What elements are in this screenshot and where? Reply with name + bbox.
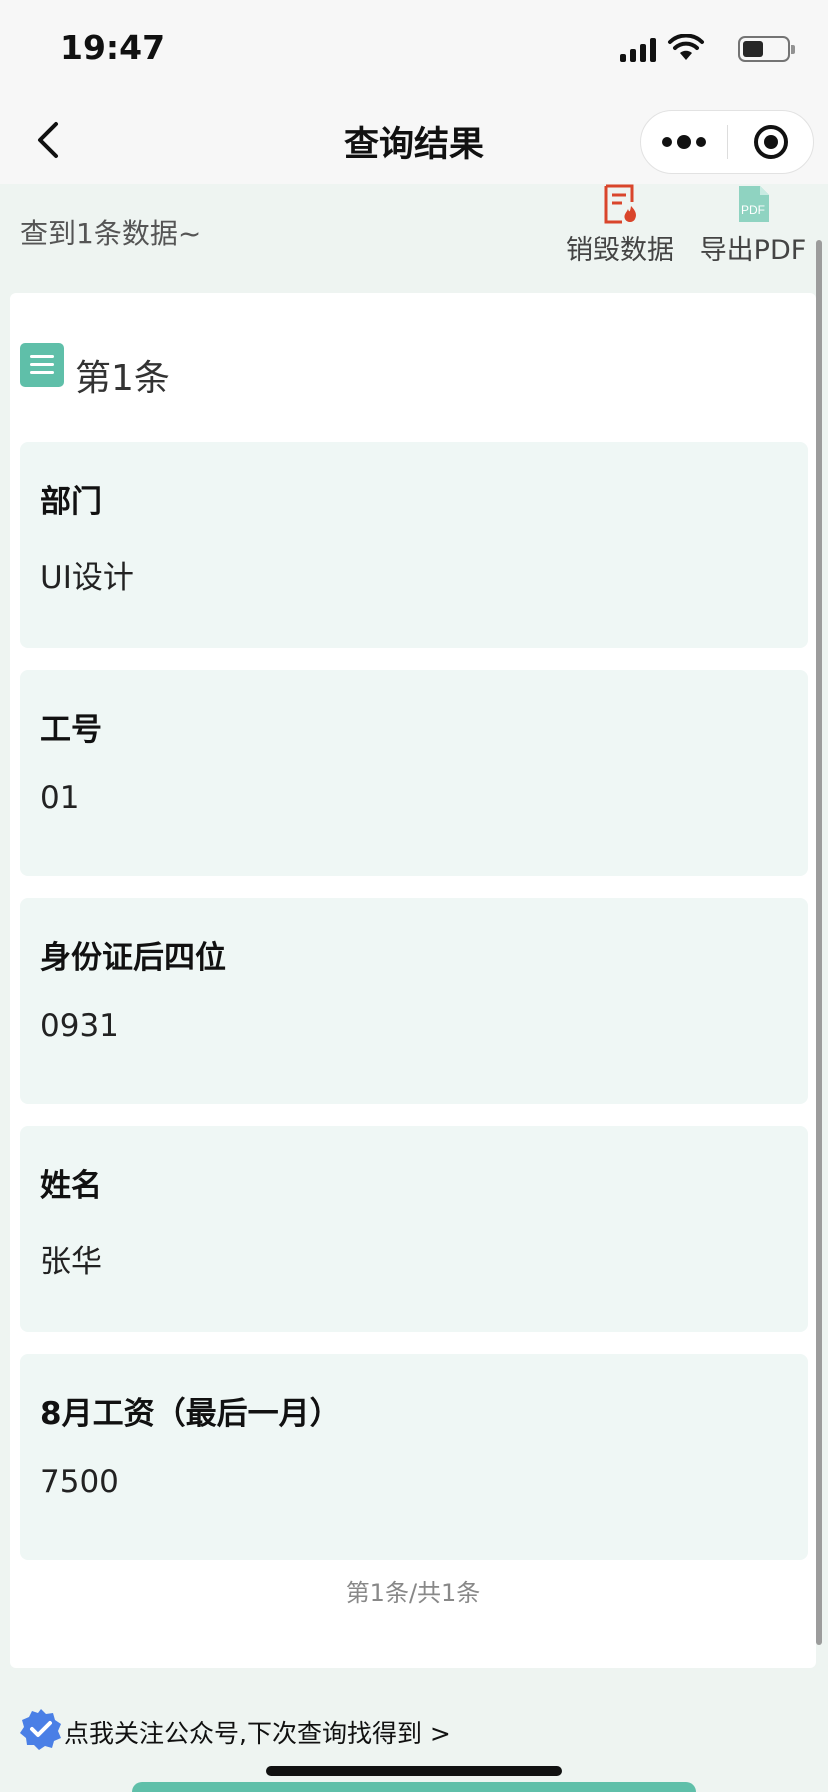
cellular-signal-icon	[620, 38, 656, 62]
nav-bar: 查询结果	[0, 96, 828, 184]
home-indicator	[266, 1766, 562, 1776]
status-time: 19:47	[60, 28, 166, 67]
field-label: 身份证后四位	[40, 940, 226, 976]
field-label: 工号	[40, 712, 102, 748]
field-employee-id: 工号 01	[20, 670, 808, 876]
scrollbar[interactable]	[816, 240, 822, 1645]
destroy-data-label: 销毁数据	[566, 235, 674, 266]
mini-program-capsule	[640, 110, 814, 174]
result-count-text: 查到1条数据~	[20, 217, 202, 250]
svg-text:PDF: PDF	[741, 203, 765, 217]
field-label: 8月工资（最后一月）	[40, 1396, 341, 1432]
pagination-text: 第1条/共1条	[345, 1579, 481, 1607]
close-mini-program-icon[interactable]	[728, 111, 814, 173]
field-label: 部门	[40, 484, 102, 520]
export-pdf-button[interactable]: PDF 导出PDF	[694, 184, 812, 267]
field-value: UI设计	[40, 560, 134, 596]
record-title: 第1条	[75, 358, 170, 399]
bottom-action-button[interactable]	[132, 1782, 696, 1792]
destroy-document-icon	[604, 184, 636, 224]
pdf-file-icon: PDF	[739, 186, 769, 222]
export-pdf-label: 导出PDF	[699, 235, 807, 266]
field-department: 部门 UI设计	[20, 442, 808, 648]
field-label: 姓名	[40, 1168, 102, 1204]
follow-text: 点我关注公众号,下次查询找得到 >	[64, 1719, 451, 1748]
destroy-data-button[interactable]: 销毁数据	[562, 184, 678, 267]
more-options-icon[interactable]	[641, 111, 727, 173]
battery-icon	[738, 36, 795, 62]
list-icon	[20, 343, 64, 387]
field-value: 张华	[40, 1244, 102, 1280]
field-august-salary: 8月工资（最后一月） 7500	[20, 1354, 808, 1560]
field-value: 0931	[40, 1008, 119, 1044]
verified-badge-icon	[20, 1709, 61, 1750]
wifi-icon	[668, 34, 704, 60]
field-value: 01	[40, 780, 80, 816]
field-id-last-four: 身份证后四位 0931	[20, 898, 808, 1104]
field-name: 姓名 张华	[20, 1126, 808, 1332]
result-card: 第1条 部门 UI设计 工号 01 身份证后四位 0931 姓名 张华 8月工资…	[10, 293, 816, 1668]
status-bar: 19:47	[0, 0, 828, 96]
field-value: 7500	[40, 1464, 119, 1500]
